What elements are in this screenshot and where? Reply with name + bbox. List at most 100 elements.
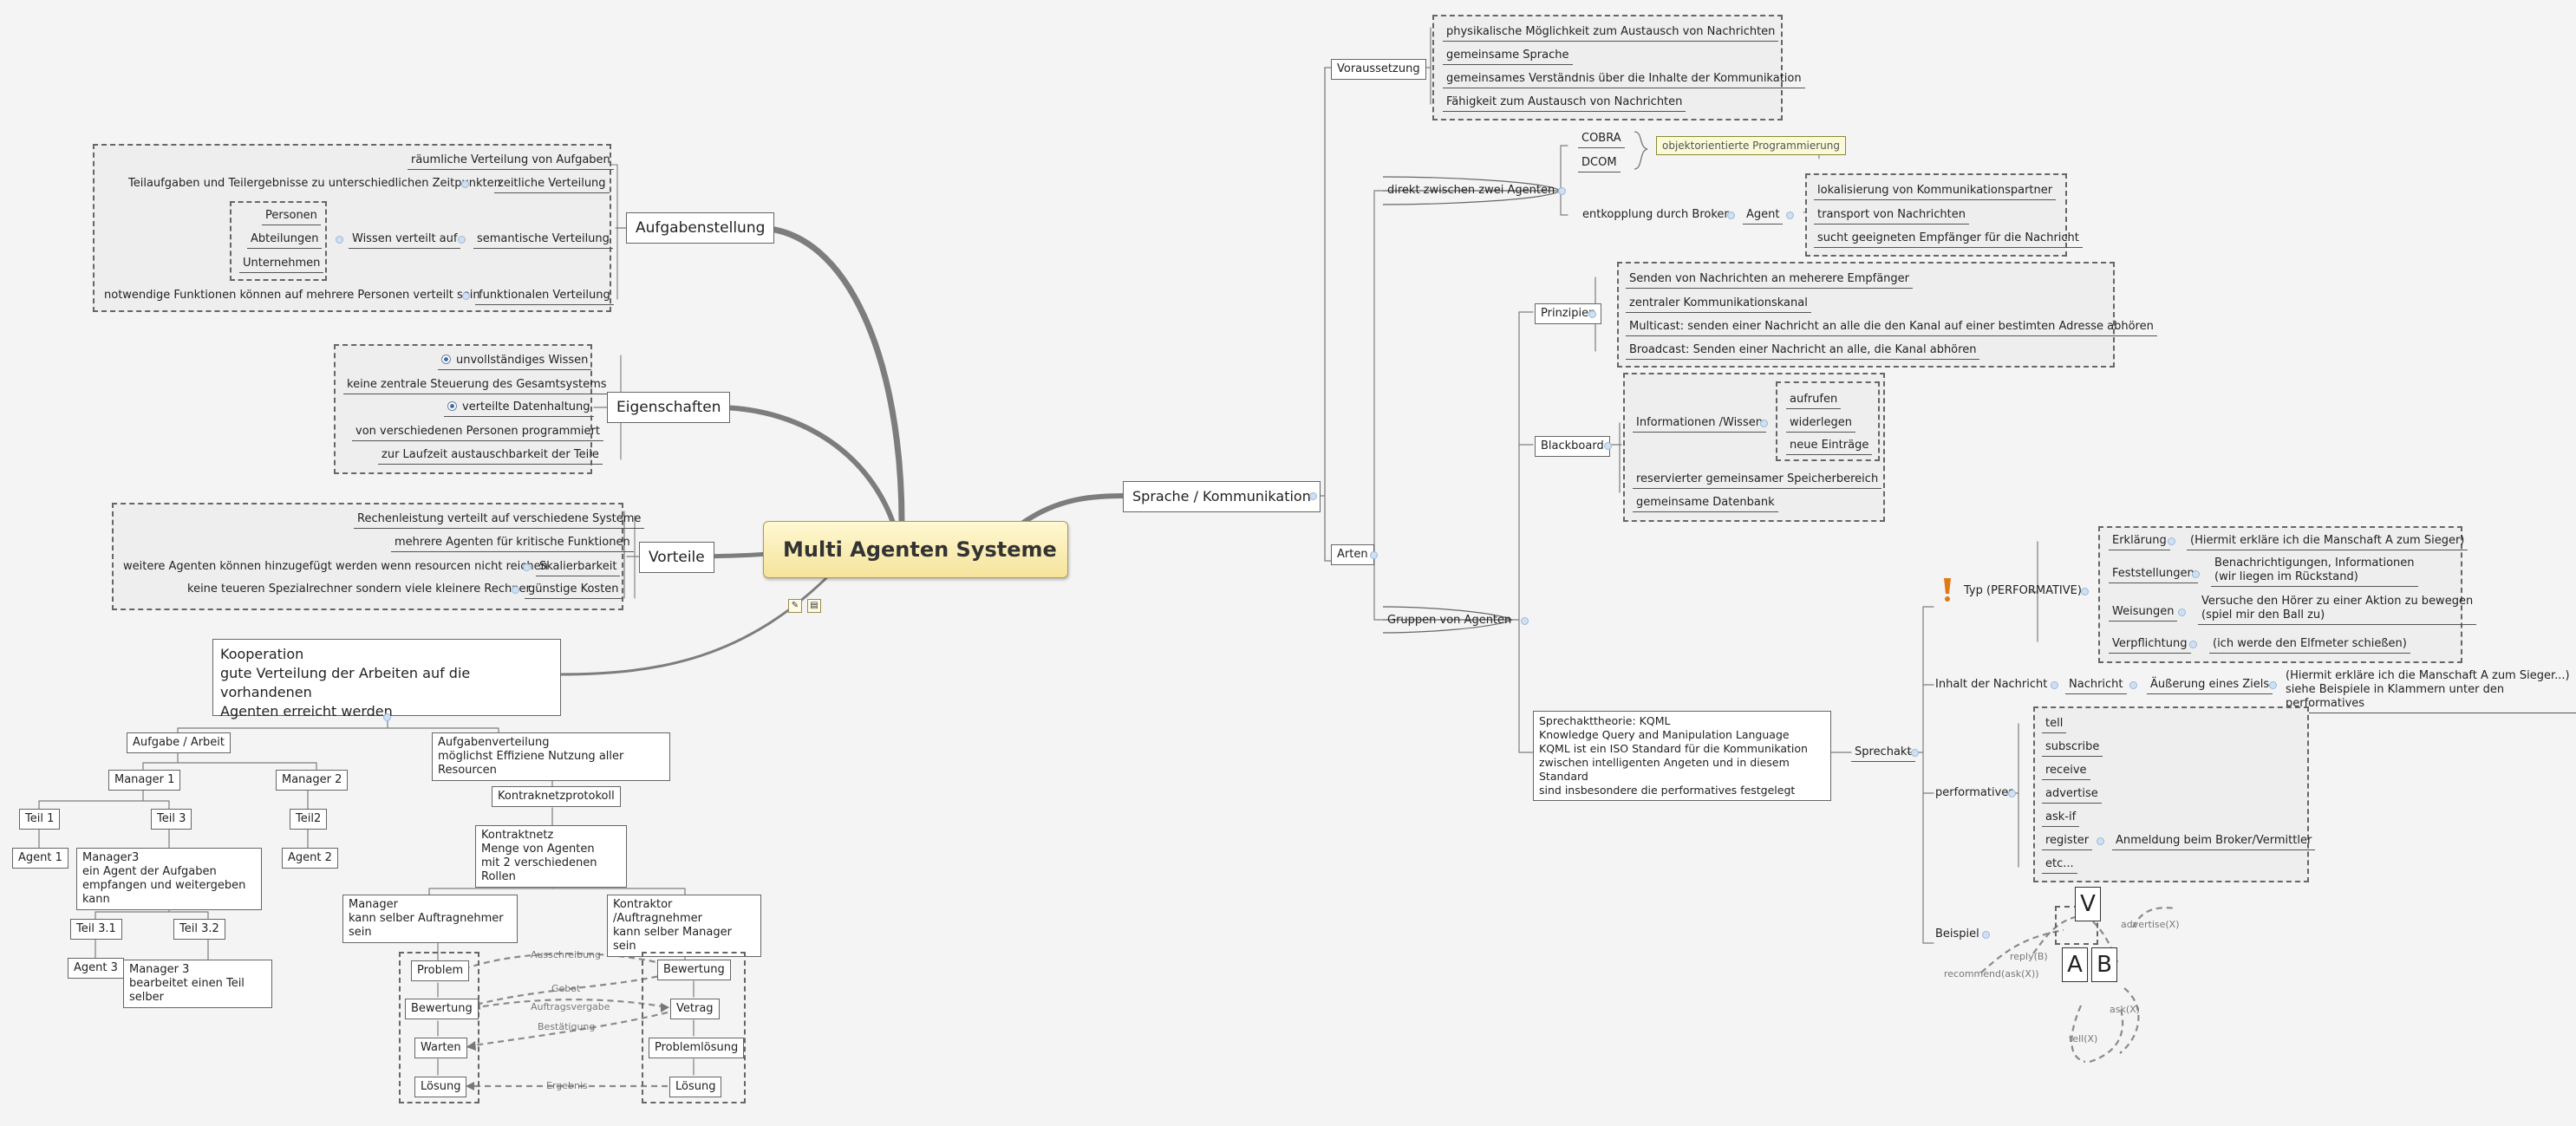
loesung-right[interactable]: Lösung [669,1077,722,1097]
perf-tell: tell [2042,717,2067,733]
eigenschaften-topic[interactable]: Eigenschaften [607,392,731,423]
direkt-zwischen-agenten[interactable]: direkt zwischen zwei Agenten [1387,184,1555,198]
perf-subscribe: subscribe [2042,740,2103,757]
agent-2[interactable]: Agent 2 [282,848,338,869]
dot [2051,681,2058,689]
manager3-b[interactable]: Manager 3 bearbeitet einen Teil selber [123,960,272,1008]
warten[interactable]: Warten [414,1038,467,1058]
entkopplung-broker: entkopplung durch Broker [1582,208,1729,221]
dot [1521,617,1529,625]
prinzipien-item-1: Senden von Nachrichten an meherere Empfä… [1626,272,1914,289]
cobra: COBRA [1578,132,1625,148]
dot [1911,749,1919,757]
dot [1370,551,1378,559]
prinzipien-item-2: zentraler Kommunikationskanal [1626,296,1811,313]
kontraktnetzprotokoll[interactable]: Kontraknetzprotokoll [492,786,621,807]
sprechakt[interactable]: Sprechakt [1851,745,1915,762]
dot [1558,187,1566,195]
keine-zentrale-steuerung: keine zentrale Steuerung des Gesamtsyste… [343,378,610,394]
vorteile-topic[interactable]: Vorteile [639,542,714,573]
sprechakttheorie[interactable]: Sprechakttheorie: KQML Knowledge Query a… [1533,711,1831,801]
dcom: DCOM [1578,156,1621,172]
gruppen-von-agenten[interactable]: Gruppen von Agenten [1387,614,1511,628]
vetrag[interactable]: Vetrag [670,999,720,1019]
aeusserung-ziel: Äußerung eines Ziels [2147,678,2273,694]
tell-x-label: tell(X) [2069,1033,2098,1045]
dot [461,180,469,188]
problem[interactable]: Problem [411,960,470,981]
root-topic[interactable]: Multi Agenten Systeme ✎ ▤ [763,521,1068,613]
perf-advertise: advertise [2042,787,2102,804]
neue-eintraege: neue Einträge [1786,439,1873,455]
ergebnis-label: Ergebnis [546,1080,588,1091]
manager-role[interactable]: Manager kann selber Auftragnehmer sein [342,895,518,943]
mindmap-canvas: Multi Agenten Systeme ✎ ▤ räumliche Vertei… [0,0,2576,1126]
teil-3-2[interactable]: Teil 3.2 [173,919,225,940]
dot [2008,790,2016,797]
agent-item-3: sucht geeigneten Empfänger für die Nachr… [1814,231,2083,248]
dot [2129,681,2137,689]
prinzipien-item-4: Broadcast: Senden einer Nachricht an all… [1626,343,1980,360]
verpflichtung: Verpflichtung [2109,637,2191,654]
agent-3[interactable]: Agent 3 [68,958,124,979]
agent-1[interactable]: Agent 1 [12,848,68,869]
typ-performative[interactable]: Typ (PERFORMATIVE) [1964,584,2082,598]
dot [1727,212,1735,219]
kontraktnetz[interactable]: Kontraktnetz Menge von Agenten mit 2 ver… [475,825,627,888]
aufgabe-arbeit[interactable]: Aufgabe / Arbeit [127,732,232,753]
bewertung-left[interactable]: Bewertung [405,999,479,1019]
aufgabenverteilung[interactable]: Aufgabenverteilung möglichst Effiziene N… [432,732,670,781]
inhalt-der-nachricht[interactable]: Inhalt der Nachricht [1935,678,2047,692]
kooperation-topic[interactable]: Kooperation gute Verteilung der Arbeiten… [212,639,561,719]
bewertung-right[interactable]: Bewertung [657,960,731,980]
dot [1760,420,1768,427]
manager-2[interactable]: Manager 2 [276,770,349,791]
erklaerung: Erklärung [2109,534,2170,550]
beispiel[interactable]: Beispiel [1935,927,1979,941]
teil-3[interactable]: Teil 3 [151,809,192,830]
prinzipien-item-3: Multicast: senden einer Nachricht an all… [1626,320,2157,336]
problemloesung[interactable]: Problemlösung [649,1038,745,1058]
dot [1786,212,1794,219]
advertise-x-label: advertise(X) [2121,919,2180,930]
teil-2[interactable]: Teil2 [290,809,328,830]
sprache-topic[interactable]: Sprache / Kommunikation [1123,481,1321,512]
dot [1604,442,1612,450]
voraus-item-4: Fähigkeit zum Austausch von Nachrichten [1443,95,1686,112]
manager3-a[interactable]: Manager3 ein Agent der Aufgaben empfange… [76,848,262,910]
teil-3-1[interactable]: Teil 3.1 [70,919,122,940]
keine-teueren: keine teueren Spezialrechner sondern vie… [187,583,531,596]
dot [1588,310,1596,318]
dot [462,292,470,300]
blackboard[interactable]: Blackboard [1535,436,1610,457]
abteilungen: Abteilungen [247,232,323,249]
dot [1309,492,1317,500]
ausschreibung-label: Ausschreibung [531,949,601,960]
mehrere-agenten: mehrere Agenten für kritische Funktionen [391,536,634,552]
manager-1[interactable]: Manager 1 [108,770,181,791]
agent-node: Agent [1743,208,1784,225]
zeitliche-verteilung: zeitliche Verteilung [494,177,610,193]
perf-register: register [2042,834,2093,850]
notwendige-funktionen: notwendige Funktionen können auf mehrere… [104,289,480,302]
note-icon[interactable]: ✎ [788,599,802,613]
guenstige-kosten: günstige Kosten [525,583,623,599]
verpflichtung-example: (ich werde den Elfmeter schießen) [2209,637,2410,654]
voraussetzung[interactable]: Voraussetzung [1331,59,1426,80]
teil-1[interactable]: Teil 1 [19,809,61,830]
gebot-label: Gebot [551,983,581,994]
dot [2168,537,2175,545]
loesung-left[interactable]: Lösung [414,1077,467,1097]
aufgabenstellung-topic[interactable]: Aufgabenstellung [626,212,775,244]
arten[interactable]: Arten [1331,544,1374,565]
dot [2178,609,2186,616]
erklaerung-example: (Hiermit erkläre ich die Manschaft A zum… [2187,534,2468,550]
example-a: A [2062,947,2088,982]
perf-etc: etc... [2042,857,2077,874]
performatives[interactable]: performatives [1935,786,2014,800]
attachment-icon[interactable]: ▤ [807,599,821,613]
dot [383,713,391,721]
informationen-wissen: Informationen /Wissen [1633,416,1766,433]
kontraktor-role[interactable]: Kontraktor /Auftragnehmer kann selber Ma… [607,895,761,957]
dot [512,586,519,594]
